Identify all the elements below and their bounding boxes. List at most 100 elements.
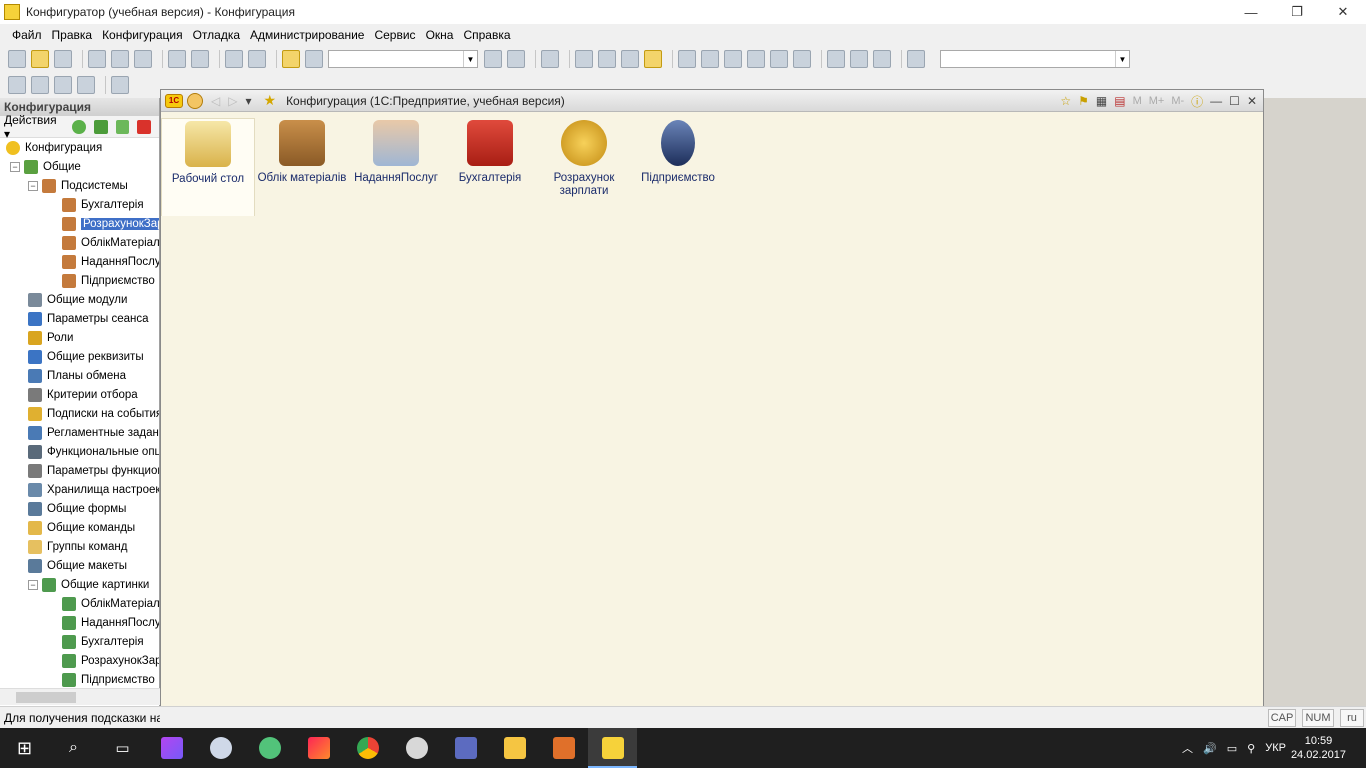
restore-button[interactable]: ❐ <box>1274 0 1320 24</box>
section-button[interactable]: Підприємство <box>631 112 725 210</box>
network-icon[interactable]: ⚲ <box>1247 742 1255 755</box>
window-list-icon[interactable] <box>850 50 868 68</box>
favorites-icon[interactable]: ⚑ <box>1078 94 1089 108</box>
menu-configuration[interactable]: Конфигурация <box>98 28 187 42</box>
search-combo[interactable]: ▼ <box>328 50 478 68</box>
tree-node[interactable]: Общие формы <box>0 499 159 518</box>
language-indicator[interactable]: ru <box>1340 709 1364 727</box>
timer-icon[interactable] <box>907 50 925 68</box>
tree-node[interactable]: Подписки на события <box>0 404 159 423</box>
debug-icon[interactable] <box>575 50 593 68</box>
menu-administration[interactable]: Администрирование <box>246 28 368 42</box>
tree-node[interactable]: ОблікМатеріал <box>0 594 159 613</box>
run-enterprise-icon[interactable] <box>111 76 129 94</box>
start-button[interactable]: ⊞ <box>0 728 49 768</box>
windows-icon[interactable] <box>541 50 559 68</box>
rubymine-button[interactable] <box>294 728 343 768</box>
tree-node[interactable]: Параметры функциональных опций <box>0 461 159 480</box>
new-file-icon[interactable] <box>8 50 26 68</box>
explorer-button[interactable] <box>490 728 539 768</box>
help-search-icon[interactable] <box>598 50 616 68</box>
tree-node[interactable]: НаданняПослу <box>0 252 159 271</box>
update-db-icon[interactable] <box>31 76 49 94</box>
tree-node[interactable]: Критерии отбора <box>0 385 159 404</box>
tree-node[interactable]: Планы обмена <box>0 366 159 385</box>
syntax-helper-icon[interactable] <box>621 50 639 68</box>
menu-help[interactable]: Справка <box>459 28 514 42</box>
history-dropdown-icon[interactable]: ▾ <box>245 94 251 108</box>
minimize-button[interactable]: — <box>1228 0 1274 24</box>
tree-node[interactable]: РозрахунокЗар <box>0 651 159 670</box>
run-to-cursor-icon[interactable] <box>747 50 765 68</box>
undo-icon[interactable] <box>225 50 243 68</box>
tree-node[interactable]: Регламентные задания <box>0 423 159 442</box>
1c-logo-icon[interactable]: 1С <box>165 93 183 108</box>
memory-m-button[interactable]: M <box>1133 95 1142 107</box>
close-button[interactable]: ✕ <box>1320 0 1366 24</box>
scroll-thumb[interactable] <box>16 692 76 703</box>
section-button[interactable]: Розрахунок зарплати <box>537 112 631 210</box>
step-over-icon[interactable] <box>701 50 719 68</box>
chrome-button[interactable] <box>343 728 392 768</box>
print-icon[interactable] <box>168 50 186 68</box>
tray-expand-icon[interactable]: ︿ <box>1182 740 1193 756</box>
tree-node[interactable]: Хранилища настроек <box>0 480 159 499</box>
calendar-icon[interactable]: ▤ <box>1114 94 1125 108</box>
breakpoint-icon[interactable] <box>770 50 788 68</box>
delete-icon[interactable] <box>137 119 152 134</box>
print-preview-icon[interactable] <box>191 50 209 68</box>
clock[interactable]: 10:59 24.02.2017 <box>1291 734 1346 762</box>
tree-node[interactable]: Функциональные опции <box>0 442 159 461</box>
tree-horizontal-scrollbar[interactable] <box>0 688 160 705</box>
tree-node[interactable]: РозрахунокЗар <box>0 214 159 233</box>
tree-node[interactable]: − Общие картинки <box>0 575 159 594</box>
visual-studio-button[interactable] <box>441 728 490 768</box>
step-out-icon[interactable] <box>724 50 742 68</box>
redo-icon[interactable] <box>248 50 266 68</box>
collapse-toggle-icon[interactable]: − <box>28 180 38 191</box>
tree-node[interactable]: Общие реквизиты <box>0 347 159 366</box>
tree-node[interactable]: ОблікМатеріал <box>0 233 159 252</box>
paste-icon[interactable] <box>134 50 152 68</box>
edit-icon[interactable] <box>94 119 108 134</box>
tree-node[interactable]: − Подсистемы <box>0 176 159 195</box>
collapse-toggle-icon[interactable]: − <box>28 579 38 590</box>
compare-config-icon[interactable] <box>77 76 95 94</box>
section-button[interactable]: Облік матеріалів <box>255 112 349 210</box>
menu-file[interactable]: Файл <box>8 28 46 42</box>
menu-debug[interactable]: Отладка <box>189 28 244 42</box>
tree-node[interactable]: Общие команды <box>0 518 159 537</box>
find-in-folder-icon[interactable] <box>282 50 300 68</box>
maximize-icon[interactable]: ☐ <box>1229 94 1240 108</box>
continue-icon[interactable] <box>793 50 811 68</box>
config-combo[interactable]: ▼ <box>940 50 1130 68</box>
game-button[interactable] <box>539 728 588 768</box>
chevron-down-icon[interactable]: ▼ <box>463 51 477 67</box>
open-config-icon[interactable] <box>8 76 26 94</box>
step-into-icon[interactable] <box>678 50 696 68</box>
snipping-button[interactable] <box>392 728 441 768</box>
volume-icon[interactable]: 🔊 <box>1203 742 1217 755</box>
atom-button[interactable] <box>245 728 294 768</box>
1c-button[interactable] <box>588 728 637 768</box>
search-icon[interactable] <box>305 50 323 68</box>
copy-icon[interactable] <box>111 50 129 68</box>
info-icon[interactable] <box>644 50 662 68</box>
compare-icon[interactable] <box>873 50 891 68</box>
add-icon[interactable] <box>72 119 87 134</box>
tree-node[interactable]: НаданняПослу <box>0 613 159 632</box>
save-icon[interactable] <box>54 50 72 68</box>
favorites-star-icon[interactable]: ★ <box>264 92 277 109</box>
search-button[interactable]: ⌕ <box>49 728 98 768</box>
calculator-icon[interactable]: ▦ <box>1096 94 1107 108</box>
battery-icon[interactable]: ▭ <box>1227 742 1237 755</box>
tree-node[interactable]: Общие макеты <box>0 556 159 575</box>
menu-service[interactable]: Сервис <box>370 28 419 42</box>
find-next-icon[interactable] <box>484 50 502 68</box>
section-button[interactable]: Рабочий стол <box>161 118 255 216</box>
actions-menu[interactable]: Действия ▾ <box>4 113 64 141</box>
copy-item-icon[interactable] <box>115 119 130 134</box>
tree-node[interactable]: Підприємство <box>0 271 159 290</box>
tree-node[interactable]: Общие модули <box>0 290 159 309</box>
tree-node[interactable]: Бухгалтерія <box>0 195 159 214</box>
